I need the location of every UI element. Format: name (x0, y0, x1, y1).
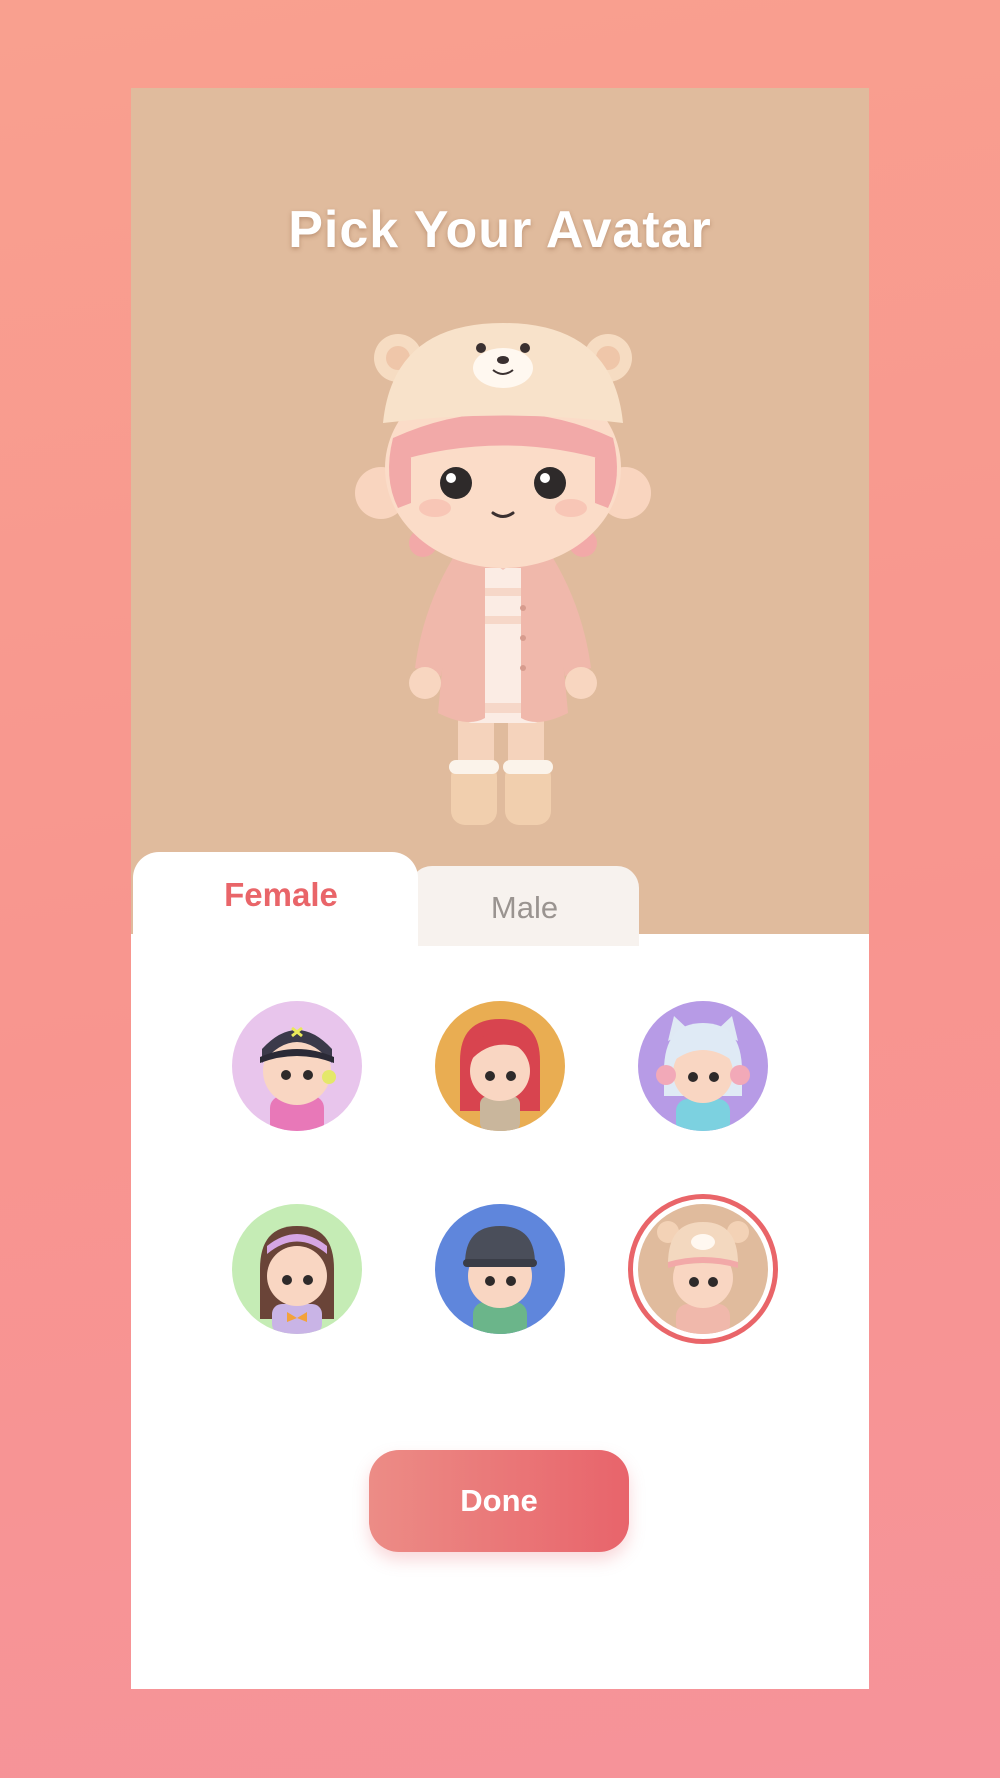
done-button[interactable]: Done (369, 1450, 629, 1552)
tab-female-label: Female (224, 876, 338, 913)
avatar-girl-cat-headphones-icon (638, 1001, 768, 1131)
avatar-option-6-selected[interactable] (638, 1204, 768, 1334)
avatar-option-3[interactable] (638, 1001, 768, 1131)
page-title: Pick Your Avatar (288, 201, 712, 259)
avatar-girl-bear-hat-icon (638, 1204, 768, 1334)
tab-male[interactable]: Male (410, 866, 639, 946)
tab-female[interactable]: Female (133, 852, 418, 952)
avatar-girl-navy-cap-icon (232, 1001, 362, 1131)
avatar-preview-panel: Pick Your Avatar (131, 88, 869, 934)
avatar-option-1[interactable] (232, 1001, 362, 1131)
avatar-option-2[interactable] (435, 1001, 565, 1131)
avatar-boy-gray-cap-icon (435, 1204, 565, 1334)
tab-male-label: Male (490, 890, 559, 925)
avatar-girl-headband-icon (232, 1204, 362, 1334)
avatar-picker-card: Pick Your Avatar Male Female Done (131, 88, 869, 1689)
bear-hat-avatar-preview-icon (355, 323, 651, 825)
avatar-option-4[interactable] (232, 1204, 362, 1334)
avatar-girl-red-hair-icon (435, 1001, 565, 1131)
avatar-option-5[interactable] (435, 1204, 565, 1334)
